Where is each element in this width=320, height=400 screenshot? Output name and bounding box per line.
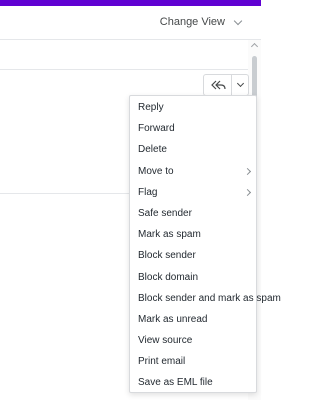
menu-item-save-as-eml[interactable]: Save as EML file [130, 372, 256, 393]
menu-item-move-to[interactable]: Move to [130, 161, 256, 182]
chevron-right-icon [243, 167, 252, 175]
subject-row [0, 40, 248, 70]
menu-item-mark-as-spam[interactable]: Mark as spam [130, 224, 256, 245]
menu-item-reply[interactable]: Reply [130, 97, 256, 118]
scroll-thumb[interactable] [252, 56, 257, 100]
menu-item-block-sender[interactable]: Block sender [130, 245, 256, 266]
change-view-label: Change View [159, 16, 225, 28]
reply-all-button[interactable] [204, 75, 232, 95]
menu-item-flag[interactable]: Flag [130, 182, 256, 203]
change-view-button[interactable]: Change View [159, 16, 243, 28]
menu-item-forward[interactable]: Forward [130, 118, 256, 139]
message-actions-menu: Reply Forward Delete Move to Flag Safe s… [129, 95, 281, 393]
chevron-right-icon [243, 188, 252, 196]
header-row: Change View [0, 6, 261, 40]
menu-item-print-email[interactable]: Print email [130, 351, 256, 372]
more-actions-button[interactable] [232, 75, 248, 95]
reply-all-icon [210, 80, 226, 90]
chevron-down-icon [236, 79, 244, 88]
chevron-down-icon [233, 16, 243, 25]
menu-item-block-domain[interactable]: Block domain [130, 267, 256, 288]
menu-item-delete[interactable]: Delete [130, 139, 256, 160]
menu-item-safe-sender[interactable]: Safe sender [130, 203, 256, 224]
menu-item-view-source[interactable]: View source [130, 330, 256, 351]
menu-item-mark-as-unread[interactable]: Mark as unread [130, 309, 256, 330]
menu-item-block-sender-and-spam[interactable]: Block sender and mark as spam [130, 288, 281, 309]
reply-button-group [203, 74, 249, 96]
